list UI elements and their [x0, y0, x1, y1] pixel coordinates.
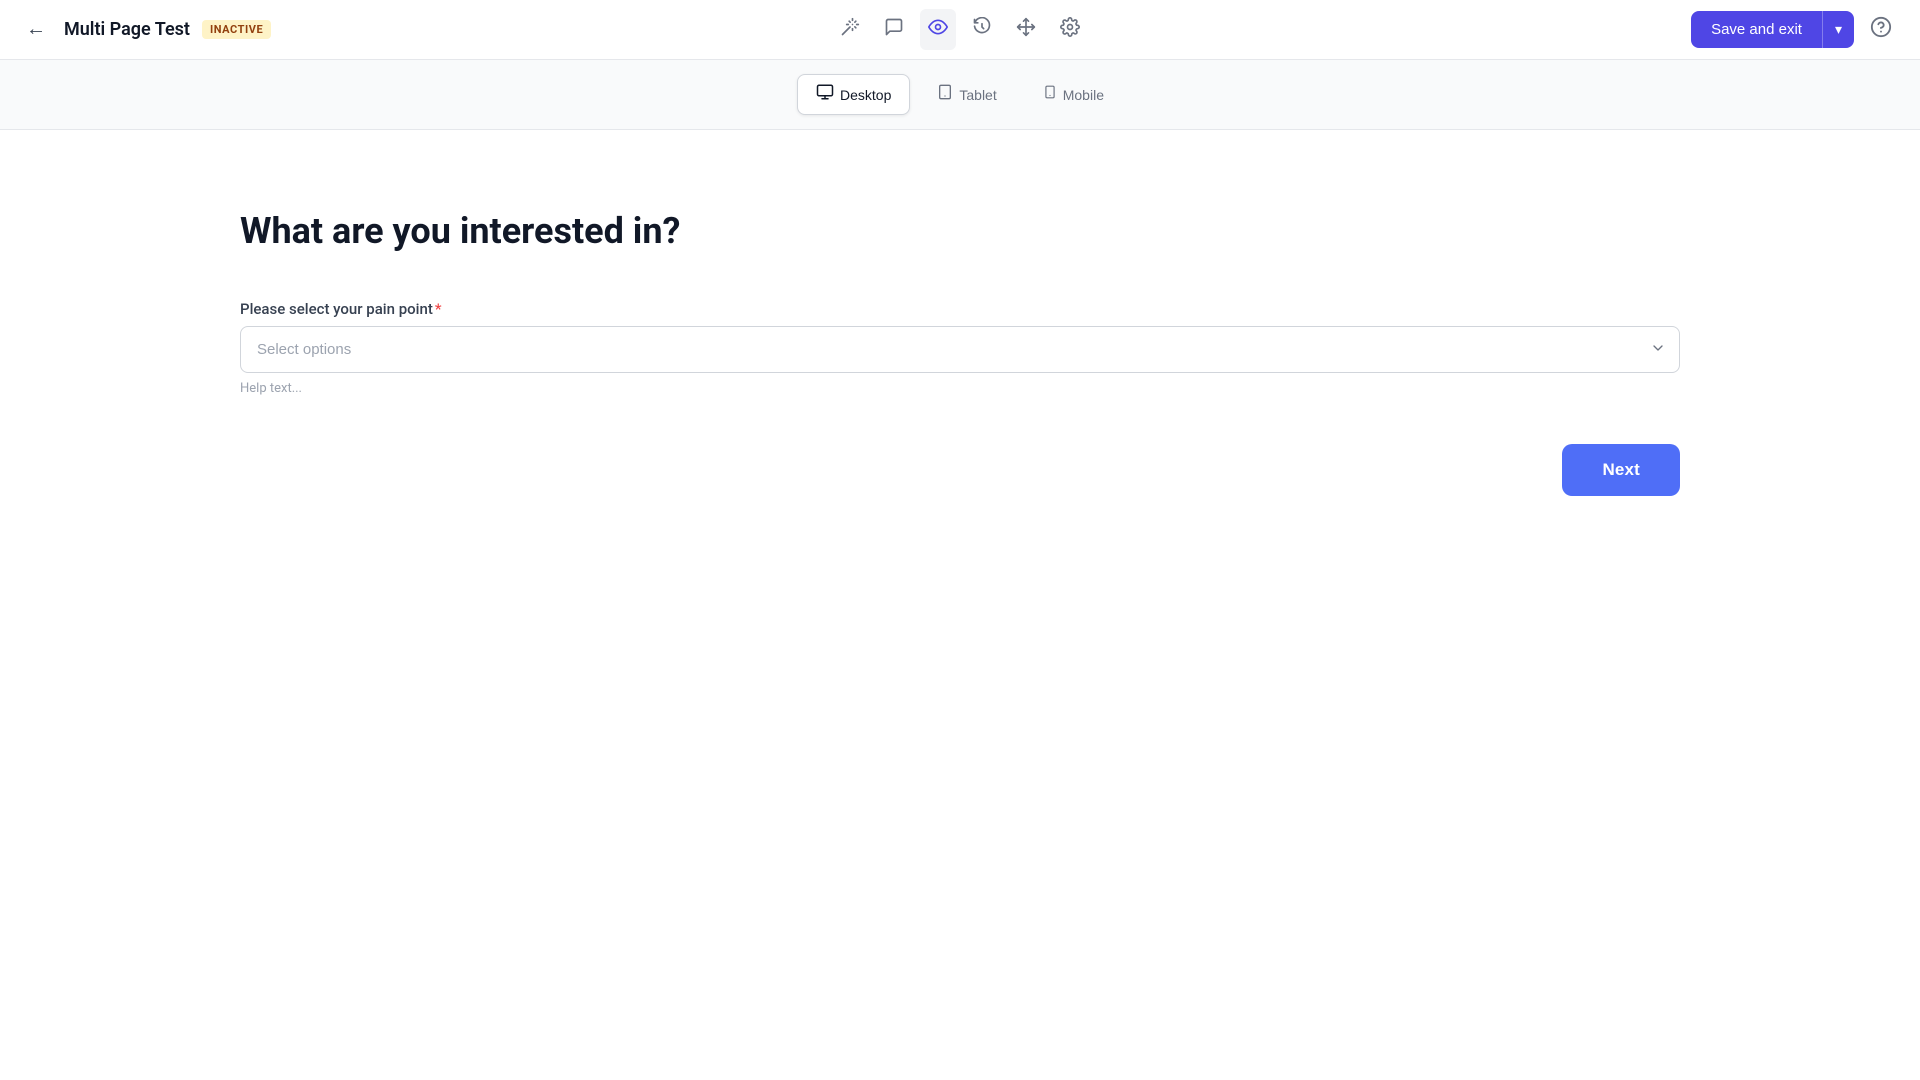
help-icon	[1870, 16, 1892, 44]
form-title: What are you interested in?	[240, 210, 1680, 252]
desktop-label: Desktop	[840, 87, 891, 103]
next-button[interactable]: Next	[1562, 444, 1680, 496]
required-indicator: *	[435, 300, 442, 318]
save-exit-dropdown-button[interactable]: ▾	[1822, 11, 1854, 48]
next-button-row: Next	[240, 444, 1680, 496]
status-badge: INACTIVE	[202, 20, 271, 39]
header-right: Save and exit ▾	[1691, 8, 1900, 52]
magic-wand-icon	[840, 17, 860, 42]
save-exit-button[interactable]: Save and exit	[1691, 11, 1822, 48]
magic-wand-button[interactable]	[832, 9, 868, 50]
move-button[interactable]	[1008, 9, 1044, 50]
page-title: Multi Page Test	[64, 19, 190, 40]
settings-button[interactable]	[1052, 9, 1088, 50]
chat-icon	[884, 17, 904, 42]
move-icon	[1016, 17, 1036, 42]
header-left: ← Multi Page Test INACTIVE	[20, 12, 271, 47]
field-label: Please select your pain point*	[240, 300, 1680, 318]
back-arrow-icon: ←	[26, 18, 46, 41]
mobile-tab[interactable]: Mobile	[1024, 74, 1123, 115]
header-icon-group	[832, 9, 1088, 50]
back-button[interactable]: ←	[20, 12, 52, 47]
tablet-label: Tablet	[959, 87, 996, 103]
pain-point-select[interactable]: Select options	[240, 326, 1680, 373]
header: ← Multi Page Test INACTIVE	[0, 0, 1920, 60]
desktop-tab[interactable]: Desktop	[797, 74, 910, 115]
tablet-icon	[937, 83, 953, 106]
select-wrapper: Select options	[240, 326, 1680, 373]
main-content: What are you interested in? Please selec…	[0, 130, 1920, 536]
field-group: Please select your pain point* Select op…	[240, 300, 1680, 396]
history-icon	[972, 17, 992, 42]
mobile-label: Mobile	[1063, 87, 1104, 103]
tablet-tab[interactable]: Tablet	[918, 74, 1015, 115]
help-text: Help text...	[240, 381, 1680, 396]
dropdown-arrow-icon: ▾	[1835, 21, 1842, 38]
desktop-icon	[816, 83, 834, 106]
settings-icon	[1060, 17, 1080, 42]
mobile-icon	[1043, 83, 1057, 106]
comments-button[interactable]	[876, 9, 912, 50]
history-button[interactable]	[964, 9, 1000, 50]
device-tabs: Desktop Tablet Mobile	[0, 60, 1920, 130]
help-button[interactable]	[1862, 8, 1900, 52]
preview-button[interactable]	[920, 9, 956, 50]
eye-icon	[928, 17, 948, 42]
